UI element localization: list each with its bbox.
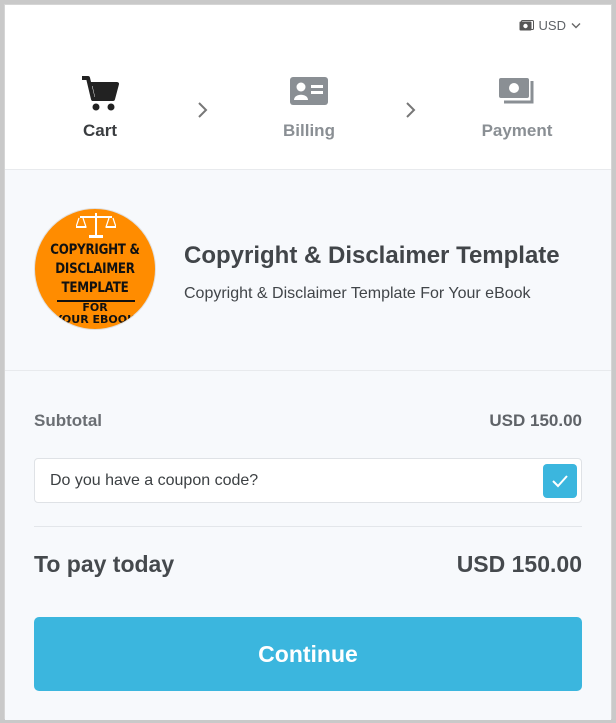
chevron-right-icon [406,102,416,118]
step-payment[interactable]: Payment [457,75,577,141]
order-summary: Subtotal USD 150.00 Do you have a coupon… [5,371,611,720]
thumbnail-title: COPYRIGHT & DISCLAIMER TEMPLATE [50,242,140,296]
coupon-toggle[interactable]: Do you have a coupon code? [34,458,582,503]
step-cart[interactable]: Cart [40,75,160,141]
coupon-question: Do you have a coupon code? [50,472,259,489]
coupon-checkbox[interactable] [543,464,577,498]
product-thumbnail: COPYRIGHT & DISCLAIMER TEMPLATE FOR YOUR… [34,208,156,330]
divider [34,526,582,527]
scales-icon [76,213,116,238]
checkmark-icon [552,475,568,488]
step-billing[interactable]: Billing [249,75,369,141]
currency-code: USD [538,18,566,33]
cash-icon [519,19,534,30]
id-card-icon [290,77,328,105]
continue-button[interactable]: Continue [34,617,582,691]
subtotal-value: USD 150.00 [489,411,582,430]
cart-icon [82,76,119,111]
thumbnail-subtitle: FOR YOUR EBOOK [54,301,136,326]
money-icon [499,78,534,104]
pay-today-value: USD 150.00 [456,551,582,577]
chevron-right-icon [198,102,208,118]
chevron-down-icon [571,23,581,29]
checkout-window: USD Cart Billing Payment COPYRIGHT & DIS… [4,4,612,720]
subtotal-row: Subtotal USD 150.00 [34,411,582,431]
pay-today-label: To pay today [34,551,175,577]
pay-today-row: To pay today USD 150.00 [34,551,582,578]
currency-selector[interactable]: USD [519,18,581,33]
product-row: COPYRIGHT & DISCLAIMER TEMPLATE FOR YOUR… [5,170,611,370]
step-billing-label: Billing [283,121,335,140]
product-subtitle: Copyright & Disclaimer Template For Your… [184,285,531,302]
subtotal-label: Subtotal [34,411,102,430]
product-title: Copyright & Disclaimer Template [184,242,560,269]
checkout-steps: Cart Billing Payment [5,75,611,155]
step-payment-label: Payment [481,121,553,140]
step-cart-label: Cart [82,121,117,140]
